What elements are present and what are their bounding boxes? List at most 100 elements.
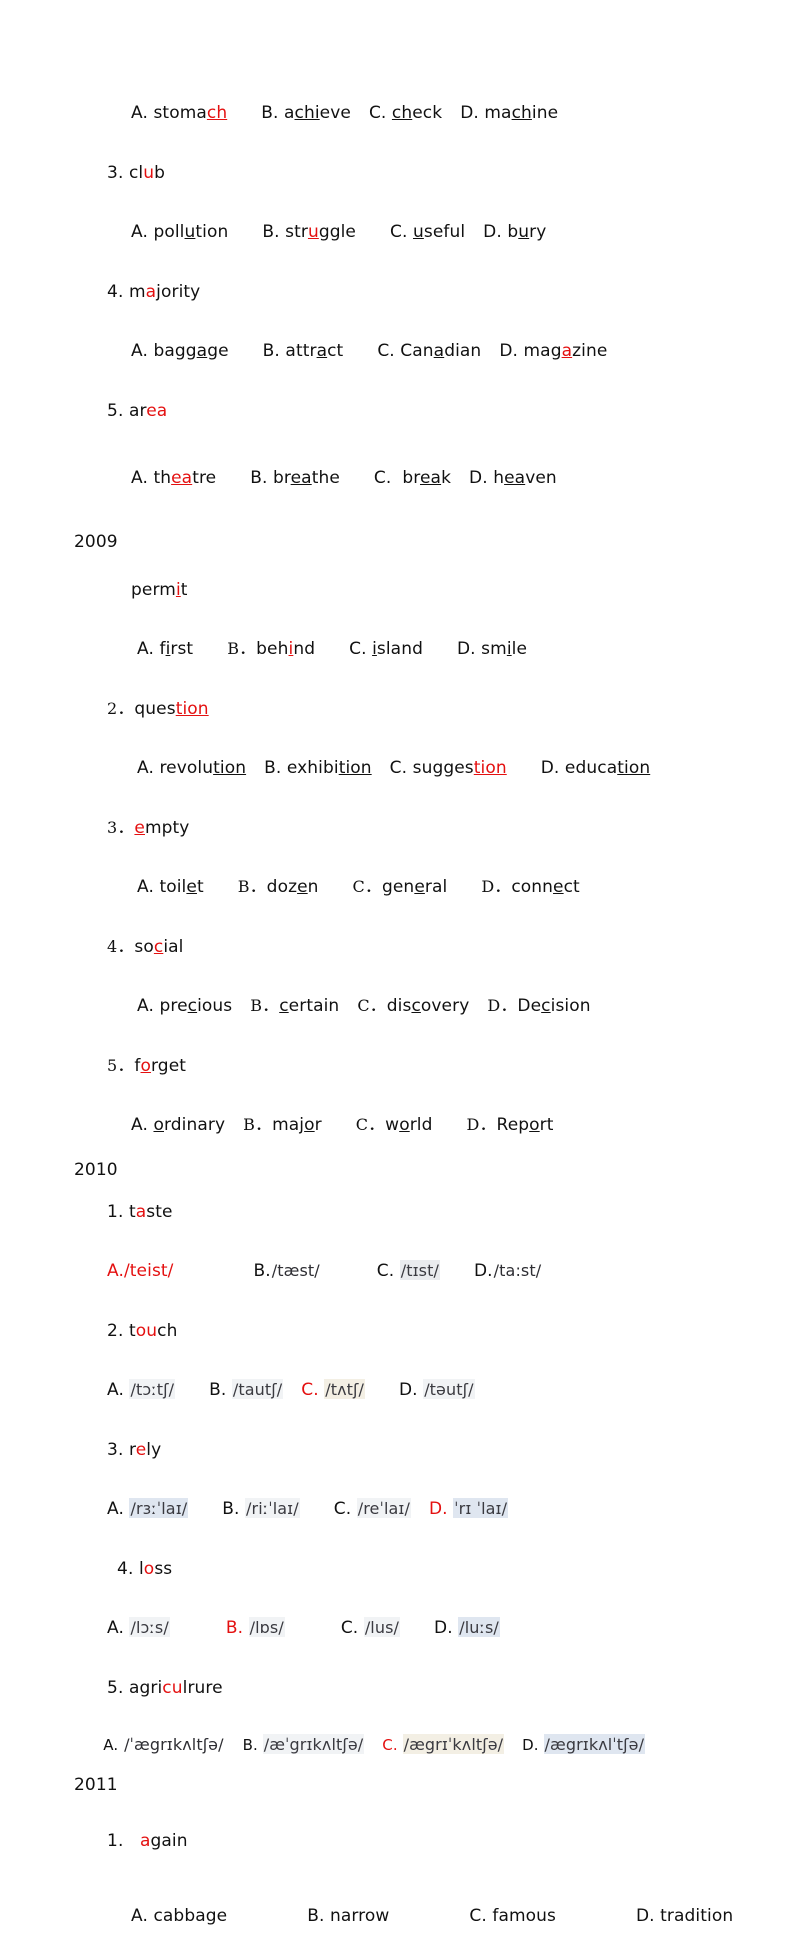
option-label: B <box>227 639 240 658</box>
option-label: B. <box>222 1499 246 1519</box>
marked-letters: a <box>433 341 445 361</box>
marked-letters: chi <box>294 103 320 123</box>
question-number: 2 <box>107 699 118 718</box>
option-row: A. baggage B. attract C. Canadian D. magazi… <box>131 341 608 361</box>
option-label: C <box>357 996 370 1015</box>
marked-letters: tion <box>175 699 209 719</box>
marked-letters: cu <box>162 1678 183 1698</box>
option-label: A. poll <box>131 222 185 242</box>
option-row: A. pollution B. struggle C. useful D. bury <box>131 222 547 242</box>
option-label: C. <box>382 1736 403 1754</box>
marked-letters: tion <box>473 758 507 778</box>
marked-letters: c <box>411 996 421 1016</box>
question-number: 5. <box>107 1678 129 1698</box>
option-label: C. <box>333 1499 357 1519</box>
option-label: C. <box>349 639 373 659</box>
option-label: D. educa <box>540 758 618 778</box>
option-label: A. th <box>131 468 172 488</box>
marked-letters: u <box>518 222 530 242</box>
option-label: A./teist/ <box>107 1261 174 1281</box>
option-label: C <box>352 877 365 896</box>
marked-letters: u <box>143 163 155 183</box>
question-number: 3 <box>107 818 118 837</box>
option-label: B <box>243 1115 256 1134</box>
option-label: D. h <box>469 468 505 488</box>
ipa-value: /ˈægrɪkʌltʃə/ <box>124 1735 224 1754</box>
option-label: C <box>355 1115 369 1134</box>
marked-letters: a <box>316 341 328 361</box>
option-label: A. revolu <box>137 758 214 778</box>
document-page: A. stomach B. achieve C. check D. machine 3… <box>0 0 800 1925</box>
option-label: D <box>487 996 501 1015</box>
question-stem: 4. majority <box>107 282 201 302</box>
marked-letters: e <box>414 877 425 897</box>
option-row: A. first B．behind C. island D. smile <box>137 639 528 659</box>
option-label: B. a <box>261 103 295 123</box>
marked-letters: ch <box>511 103 532 123</box>
option-label: C. <box>368 103 392 123</box>
option-label: C. sugges <box>389 758 474 778</box>
option-label: B. br <box>250 468 291 488</box>
option-label: B. narrow <box>307 1906 390 1926</box>
option-label: A. <box>107 1380 130 1400</box>
marked-letters: c <box>153 937 164 957</box>
ipa-value: /rɜːˈlaɪ/ <box>129 1498 189 1518</box>
option-label: B. exhibi <box>264 758 339 778</box>
ipa-value: /lus/ <box>363 1617 401 1637</box>
option-label: B <box>237 877 250 896</box>
option-row: A. stomach B. achieve C. check D. machine <box>131 103 559 123</box>
option-row: A. theatre B. breathe C. break D. heaven <box>131 468 557 488</box>
option-label: D. <box>522 1736 544 1754</box>
option-label: D <box>481 877 495 896</box>
question-number: 2. <box>107 1321 129 1341</box>
marked-letters: c <box>187 996 198 1016</box>
marked-letters: u <box>184 222 196 242</box>
option-label: A. toil <box>137 877 187 897</box>
marked-letters: ea <box>290 468 312 488</box>
option-label: D. ma <box>460 103 512 123</box>
ipa-value: /lɒs/ <box>248 1617 285 1637</box>
option-label: D. mag <box>499 341 562 361</box>
ipa-value: /ta:st/ <box>493 1261 542 1280</box>
ipa-value: /təutʃ/ <box>423 1379 475 1399</box>
marked-letters: e <box>553 877 564 897</box>
marked-letters: u <box>412 222 424 242</box>
ipa-option-row: A. /ˈægrɪkʌltʃə/B. /æˈgrɪkʌltʃə/C. /ægrɪ… <box>74 1722 734 1768</box>
ipa-value: /lɔːs/ <box>129 1617 170 1637</box>
option-label: B <box>250 996 263 1015</box>
ipa-value: /æˈgrɪkʌltʃə/ <box>262 1734 365 1754</box>
ipa-value: /tautʃ/ <box>231 1379 284 1399</box>
document-content: A. stomach B. achieve C. check D. machine 3… <box>74 88 734 1942</box>
option-label: C. <box>376 1261 400 1281</box>
option-label: D. tradition <box>635 1906 734 1926</box>
option-label: A. f <box>137 639 166 659</box>
marked-letters: ea <box>420 468 442 488</box>
marked-letters: tion <box>338 758 372 778</box>
question-stem: 1. taste <box>107 1202 173 1222</box>
option-label: B. <box>253 1261 271 1281</box>
option-label: D. <box>428 1499 454 1519</box>
option-row: A. cabbage B. narrow C. famous D. tradition <box>74 1891 734 1942</box>
option-label: B. <box>225 1618 249 1638</box>
question-stem: 5. area <box>107 401 168 421</box>
year-heading-2010: 2010 <box>74 1160 118 1180</box>
ipa-value: /ægrɪkʌlˈtʃə/ <box>543 1734 646 1754</box>
question-stem: 3. rely <box>107 1440 162 1460</box>
question-stem: 1. again <box>107 1831 188 1851</box>
marked-letters: o <box>153 1115 164 1135</box>
marked-letters: u <box>307 222 319 242</box>
marked-letters: e <box>134 818 145 838</box>
option-label: D. <box>398 1380 424 1400</box>
question-number: 1. <box>107 1202 129 1222</box>
option-row: A. toilet B．dozen C．general D．connect <box>137 877 580 897</box>
ipa-value: /tɪst/ <box>399 1260 440 1280</box>
option-label: C. br <box>373 468 420 488</box>
option-label: D. <box>434 1618 459 1638</box>
marked-letters: a <box>135 1202 147 1222</box>
marked-letters: tion <box>617 758 651 778</box>
option-label: D. <box>473 1261 493 1281</box>
option-label: D. b <box>483 222 519 242</box>
option-label: C. <box>390 222 413 242</box>
ipa-value: /luːs/ <box>458 1617 500 1637</box>
option-label: C. <box>301 1380 325 1400</box>
